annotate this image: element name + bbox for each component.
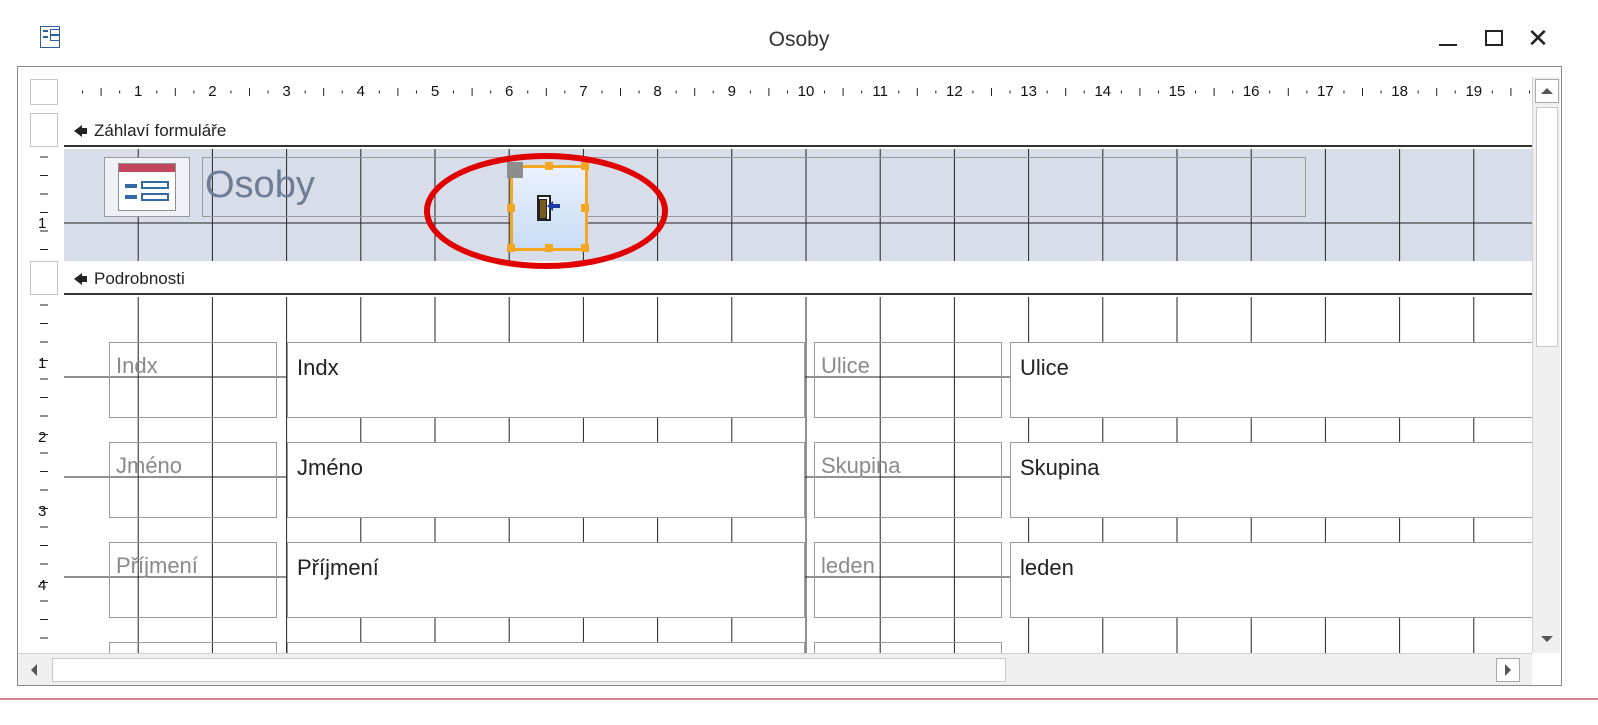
resize-handle-left[interactable] [507, 204, 515, 212]
detail-section-title: Podrobnosti [74, 269, 185, 289]
indx-field[interactable]: Indx [287, 342, 805, 418]
ruler-number: 9 [727, 83, 736, 100]
maximize-icon [1485, 30, 1503, 46]
horizontal-scroll-thumb[interactable] [52, 658, 1006, 682]
ruler-number: 12 [946, 83, 963, 100]
minimize-icon [1439, 44, 1457, 46]
maximize-button[interactable] [1474, 20, 1514, 56]
vertical-ruler-number: 1 [38, 215, 47, 232]
jmeno-field[interactable]: Jméno [287, 442, 805, 518]
vertical-ruler[interactable]: 1 1 2 3 4 [30, 113, 58, 653]
exit-door-icon [535, 195, 563, 221]
ruler-number: 15 [1168, 83, 1186, 100]
ruler-number: 2 [208, 83, 217, 100]
move-handle[interactable] [507, 162, 523, 178]
resize-handle-bottom[interactable] [545, 244, 553, 252]
next-label[interactable] [109, 642, 277, 653]
skupina-field-text: Skupina [1020, 455, 1100, 480]
ruler-number: 13 [1020, 83, 1037, 100]
ulice-label-text: Ulice [821, 353, 870, 378]
ruler-number: 4 [356, 83, 365, 100]
next-field[interactable] [287, 642, 805, 653]
window-title: Osoby [768, 28, 830, 51]
ruler-number: 14 [1094, 83, 1112, 100]
ruler-number: 18 [1391, 83, 1408, 100]
vertical-ruler-ticks [40, 156, 48, 639]
logo-control[interactable] [104, 157, 190, 217]
ruler-number: 7 [579, 83, 588, 100]
prijmeni-label[interactable]: Příjmení [109, 542, 277, 618]
resize-handle-right[interactable] [581, 204, 589, 212]
scroll-up-icon[interactable] [1535, 79, 1559, 103]
indx-field-text: Indx [297, 355, 339, 380]
leden-field-text: leden [1020, 555, 1074, 580]
detail-section[interactable]: Indx Indx Jméno Jméno Příjmení Příjmení … [64, 297, 1532, 653]
skupina-label[interactable]: Skupina [814, 442, 1002, 518]
detail-section-label: Podrobnosti [94, 269, 185, 288]
header-section-title: Záhlaví formuláře [74, 121, 226, 141]
resize-handle-top-right[interactable] [581, 162, 589, 170]
ruler-number: 11 [872, 83, 888, 100]
jmeno-field-text: Jméno [297, 455, 364, 480]
ulice-field-text: Ulice [1020, 355, 1069, 380]
resize-handle-bottom-right[interactable] [581, 244, 589, 252]
horizontal-ruler[interactable]: 1 2 3 4 5 6 7 8 9 10 11 12 13 14 15 16 17 18 19 [64, 77, 1532, 107]
section-arrow-icon [74, 125, 88, 137]
vertical-ruler-number: 2 [38, 429, 47, 446]
prijmeni-field[interactable]: Příjmení [287, 542, 805, 618]
section-arrow-icon [74, 273, 88, 285]
close-form-button[interactable] [507, 162, 589, 252]
scroll-down-icon[interactable] [1535, 627, 1559, 651]
ruler-number: 1 [134, 83, 143, 100]
leden-label-text: leden [821, 553, 875, 578]
header-section-bar[interactable]: Záhlaví formuláře [64, 113, 1532, 147]
ruler-number: 5 [430, 83, 440, 100]
resize-handle-bottom-left[interactable] [507, 244, 515, 252]
ulice-field[interactable]: Ulice [1010, 342, 1532, 418]
form-title-text: Osoby [205, 164, 315, 206]
ruler-number: 8 [653, 83, 662, 100]
minimize-button[interactable] [1428, 20, 1468, 56]
next-right-label[interactable] [814, 642, 1002, 653]
resize-handle-top[interactable] [545, 162, 553, 170]
ruler-number: 10 [797, 83, 815, 100]
vertical-ruler-number: 3 [38, 503, 47, 520]
status-divider [0, 698, 1598, 700]
ruler-number: 17 [1317, 83, 1334, 100]
detail-section-bar[interactable]: Podrobnosti [64, 261, 1532, 295]
jmeno-label[interactable]: Jméno [109, 442, 277, 518]
indx-label[interactable]: Indx [109, 342, 277, 418]
leden-field[interactable]: leden [1010, 542, 1532, 618]
skupina-label-text: Skupina [821, 453, 901, 478]
vertical-scrollbar[interactable] [1532, 77, 1560, 653]
ruler-number: 6 [505, 83, 514, 100]
prijmeni-label-text: Příjmení [116, 553, 198, 578]
horizontal-scrollbar[interactable] [18, 653, 1532, 685]
ruler-number: 19 [1465, 83, 1483, 100]
scroll-right-icon[interactable] [1496, 658, 1520, 682]
form-design-view: 1 2 3 4 5 6 7 8 9 10 11 12 13 14 15 16 17 18 19 11234 Záhl… [17, 66, 1562, 686]
title-bar: Osoby ✕ [0, 0, 1598, 66]
indx-label-text: Indx [116, 353, 158, 378]
form-logo-icon [118, 163, 176, 211]
ulice-label[interactable]: Ulice [814, 342, 1002, 418]
close-button[interactable]: ✕ [1518, 20, 1558, 56]
skupina-field[interactable]: Skupina [1010, 442, 1532, 518]
form-selector[interactable] [30, 79, 58, 105]
scroll-left-icon[interactable] [22, 658, 46, 682]
leden-label[interactable]: leden [814, 542, 1002, 618]
form-header-section[interactable]: Osoby [64, 149, 1532, 261]
header-section-label: Záhlaví formuláře [94, 121, 227, 140]
jmeno-label-text: Jméno [116, 453, 183, 478]
vertical-ruler-number: 4 [38, 577, 47, 594]
form-title-label[interactable]: Osoby [202, 157, 1306, 217]
vertical-scroll-thumb[interactable] [1536, 107, 1558, 347]
prijmeni-field-text: Příjmení [297, 555, 379, 580]
ruler-number: 3 [282, 83, 291, 100]
close-icon: ✕ [1527, 22, 1549, 53]
ruler-number: 16 [1242, 83, 1260, 100]
vertical-ruler-number: 1 [38, 355, 47, 372]
